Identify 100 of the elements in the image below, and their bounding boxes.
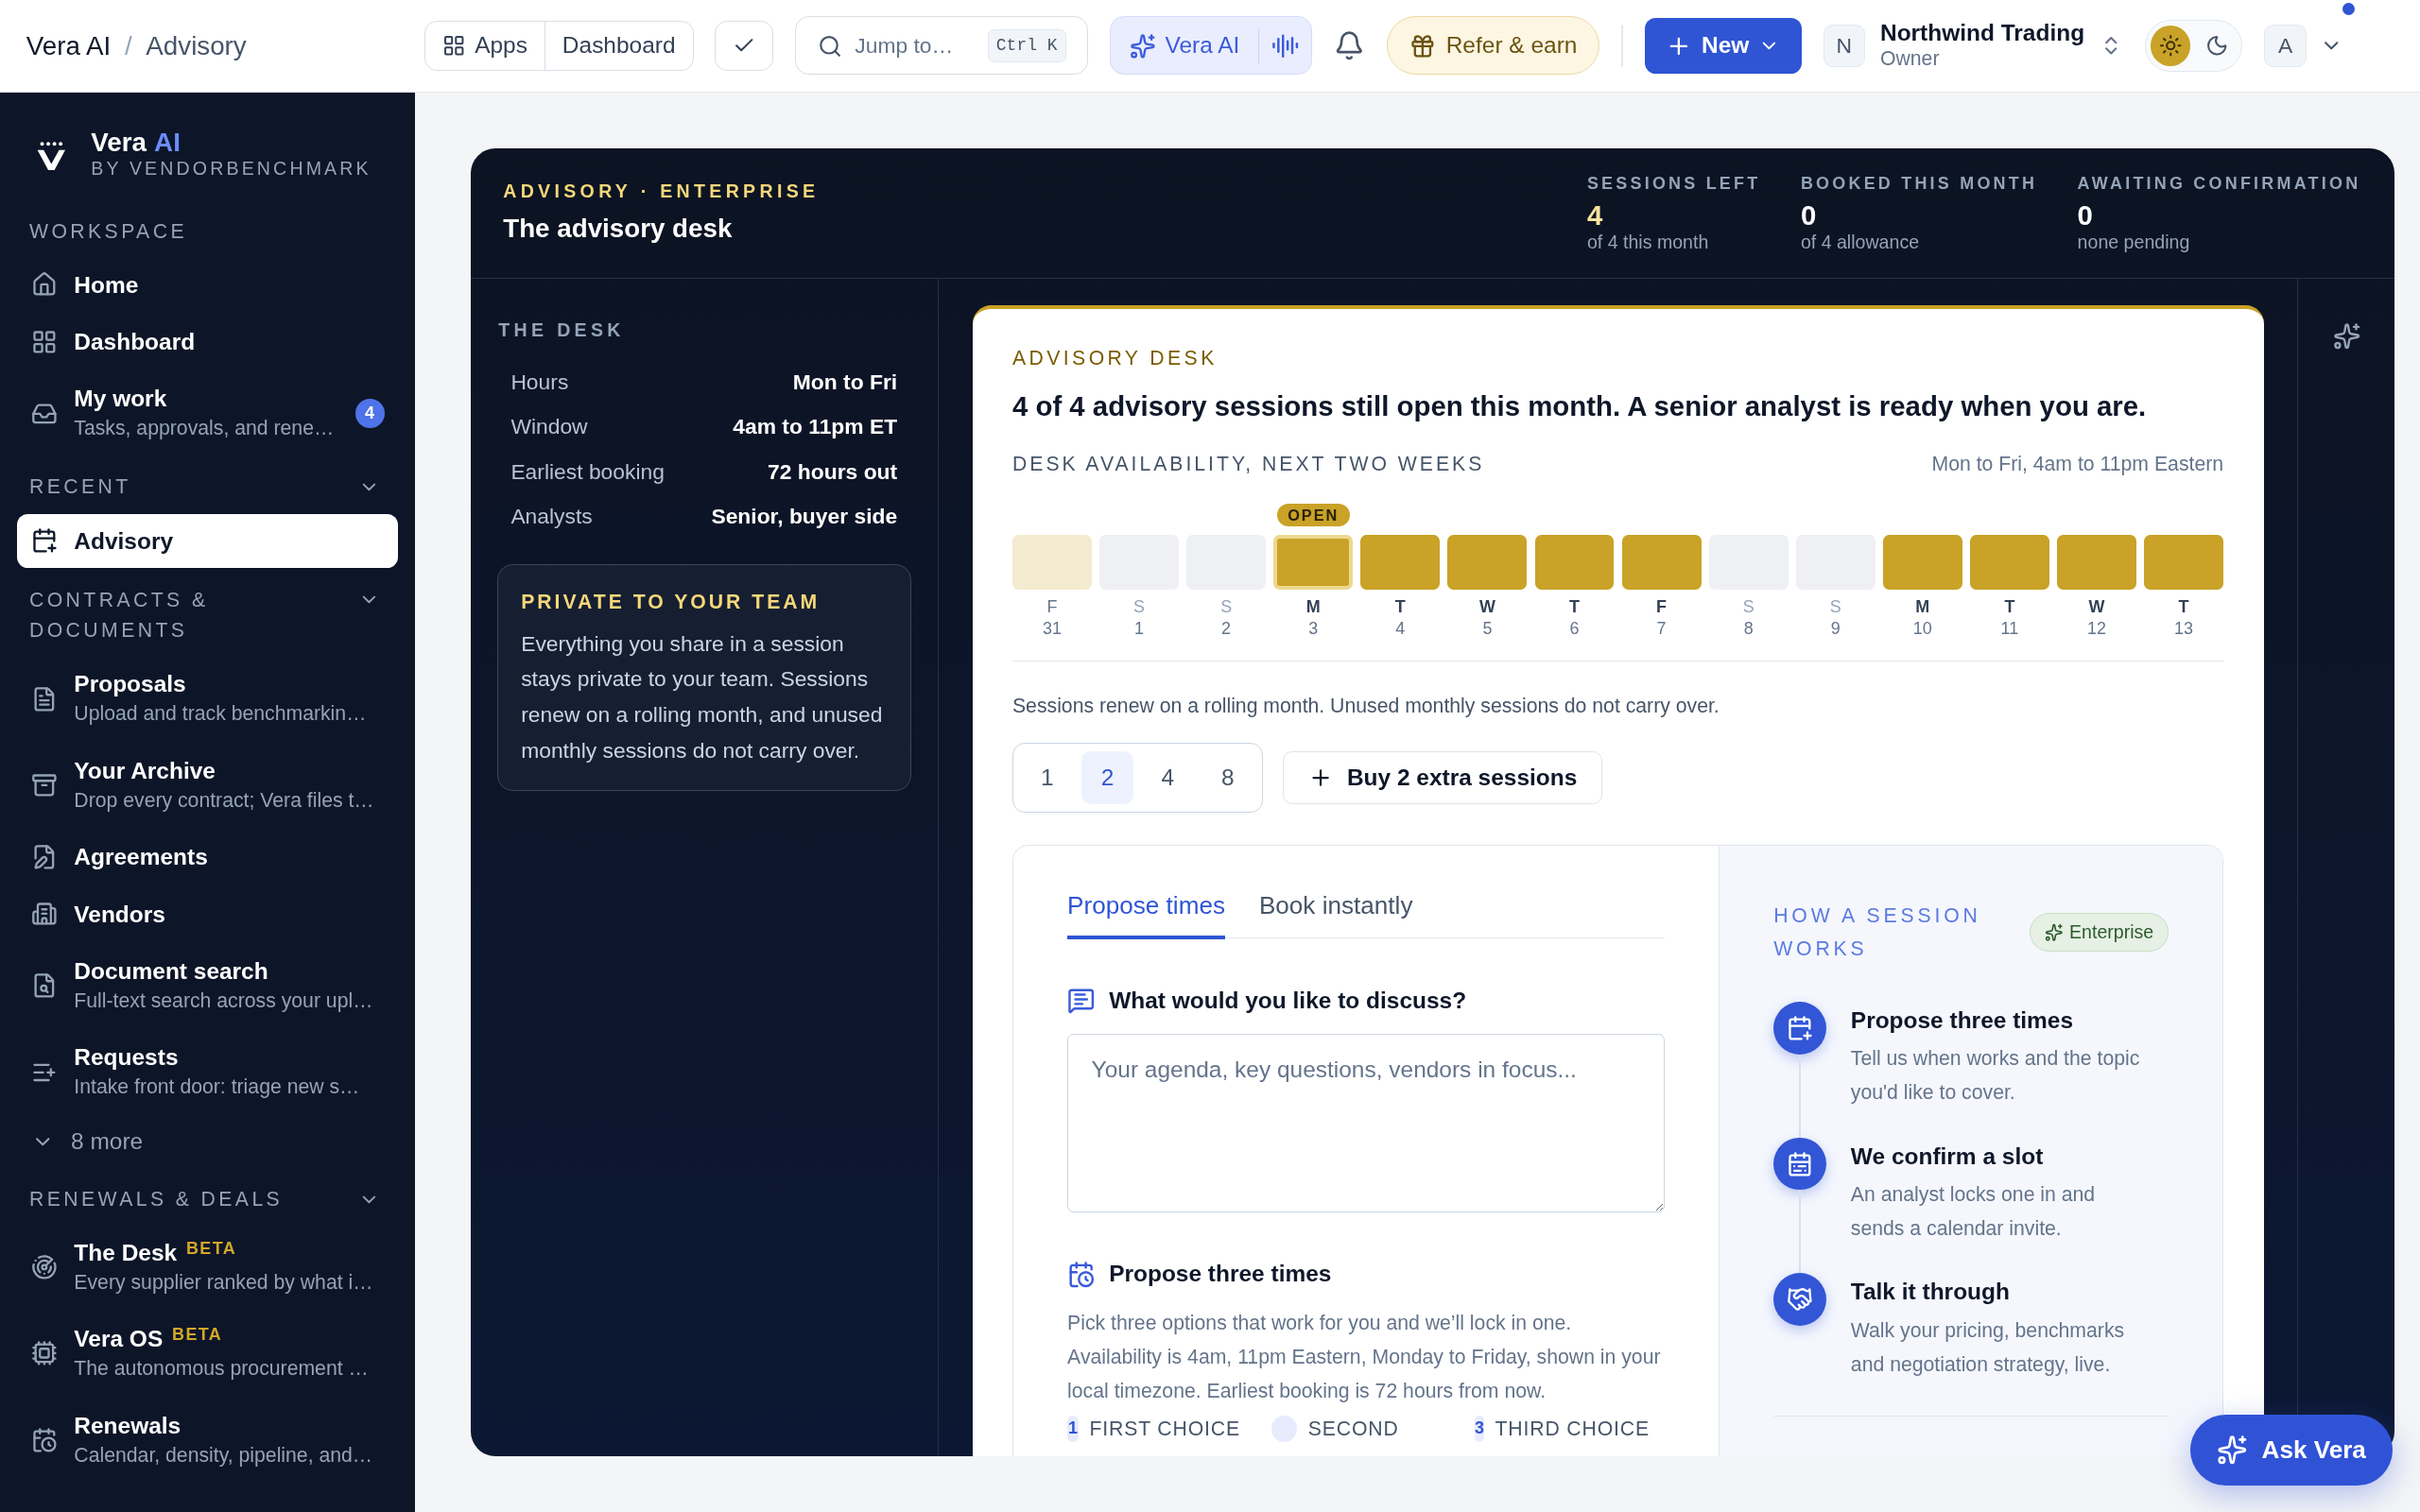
building-icon: [30, 901, 58, 927]
breadcrumb-separator: /: [124, 29, 132, 62]
section-heading: CONTRACTS & DOCUMENTS: [29, 587, 210, 644]
nav-item[interactable]: Vera OS BETA The autonomous procurement …: [16, 1310, 399, 1397]
organization-switcher[interactable]: N Northwind Trading Owner: [1823, 19, 2123, 73]
nav-label: Document search: [74, 956, 268, 986]
radar-icon: [30, 1253, 58, 1280]
stat-value: 4: [1586, 200, 1604, 229]
check-button[interactable]: [715, 21, 774, 71]
breadcrumb-app[interactable]: Vera AI: [26, 26, 112, 66]
brand-accent: AI: [154, 129, 181, 156]
sparkles-icon: [2217, 1435, 2248, 1466]
nav-item[interactable]: Requests Intake front door: triage new s…: [16, 1028, 399, 1116]
day-of-week: W: [2088, 595, 2105, 618]
light-mode-button[interactable]: [2150, 26, 2191, 66]
day-slot[interactable]: [1882, 534, 1962, 591]
choice-label: SECOND: [1307, 1417, 1399, 1441]
day-of-week: M: [1915, 595, 1930, 618]
dashboard-button[interactable]: Dashboard: [544, 22, 693, 70]
detail-value: 4am to 11pm ET: [733, 413, 898, 441]
refer-button[interactable]: Refer & earn: [1386, 16, 1600, 76]
nav-item[interactable]: Document search Full-text search across your upl…: [16, 942, 399, 1029]
day-date: 7: [1656, 617, 1667, 640]
card-eyebrow: ADVISORY DESK: [1011, 346, 1219, 371]
nav-item[interactable]: Dashboard: [16, 313, 399, 370]
message-icon: [1067, 987, 1096, 1015]
nav-item[interactable]: Proposals Upload and track benchmarkin…: [16, 655, 399, 743]
show-more-link[interactable]: 8 more: [16, 1115, 399, 1169]
day-date: 11: [2000, 617, 2019, 640]
dashboard-icon: [30, 328, 58, 355]
day-of-week: T: [1394, 595, 1406, 618]
question-label: What would you like to discuss?: [1109, 986, 1467, 1015]
detail-label: Analysts: [510, 502, 593, 530]
propose-text: Pick three options that work for you and we’ll lock in one. Availability is 4am, 11pm Eastern, Monday to Friday, shown in your local timezone. Earliest booking is 72 hours from now.: [1067, 1310, 1662, 1404]
nav-item[interactable]: Agreements: [16, 828, 399, 885]
detail-label: Earliest booking: [510, 457, 665, 486]
calendar-plus-icon: [30, 527, 58, 554]
nav-item[interactable]: My work Tasks, approvals, and rene… 4: [16, 369, 399, 457]
beta-tag: BETA: [185, 1237, 237, 1260]
section-heading: RENEWALS & DEALS: [29, 1186, 285, 1211]
day-slot[interactable]: [2144, 534, 2224, 591]
breadcrumb-page: Advisory: [146, 29, 247, 62]
day-slot[interactable]: [1360, 534, 1441, 591]
nav-item[interactable]: Your Archive Drop every contract; Vera files t…: [16, 742, 399, 829]
day-date: 1: [1134, 617, 1144, 640]
nav-item[interactable]: Home: [16, 255, 399, 314]
quantity-option[interactable]: 1: [1021, 751, 1074, 804]
privacy-title: PRIVATE TO YOUR TEAM: [521, 590, 821, 615]
search-input[interactable]: Jump to…: [855, 29, 976, 62]
step-text: An analyst locks one in and sends a calendar invite.: [1850, 1182, 2097, 1242]
day-slot[interactable]: [2057, 534, 2136, 591]
day-of-week: F: [1656, 595, 1668, 618]
day-date: 10: [1912, 617, 1932, 640]
sparkles-icon: [1129, 32, 1156, 60]
quantity-option[interactable]: 2: [1080, 751, 1134, 804]
search-field[interactable]: Jump to… Ctrl K: [795, 16, 1089, 76]
nav-label: Advisory: [74, 526, 174, 556]
calendar-icon: [1773, 1137, 1826, 1191]
nav-description: The autonomous procurement …: [74, 1356, 369, 1382]
nav-description: Intake front door: triage new s…: [74, 1074, 360, 1100]
quantity-option[interactable]: 8: [1201, 751, 1254, 804]
day-slot[interactable]: [1273, 534, 1354, 591]
new-button[interactable]: New: [1644, 18, 1802, 74]
day-slot[interactable]: [1447, 534, 1528, 591]
nav-description: Every supplier ranked by what i…: [74, 1269, 373, 1296]
agenda-field[interactable]: Your agenda, key questions, vendors in focus...: [1067, 1033, 1665, 1212]
day-of-week: T: [2178, 595, 2189, 618]
buy-sessions-button[interactable]: Buy 2 extra sessions: [1282, 751, 1603, 804]
nav-item[interactable]: Vendors: [16, 885, 399, 943]
nav-label: Vera OS: [74, 1325, 164, 1354]
moon-icon: [2204, 34, 2229, 58]
day-slot[interactable]: [1621, 534, 1702, 591]
day-of-week: T: [1569, 595, 1580, 618]
chip-icon: [30, 1340, 58, 1367]
day-date: 2: [1221, 617, 1232, 640]
quantity-option[interactable]: 4: [1141, 751, 1194, 804]
stat-value: 0: [1800, 200, 1818, 229]
day-of-week: S: [1133, 595, 1145, 618]
day-slot[interactable]: [1534, 534, 1615, 591]
tab[interactable]: Book instantly: [1258, 887, 1413, 939]
nav-item[interactable]: Renewals Calendar, density, pipeline, and…: [16, 1396, 399, 1484]
nav-label: Your Archive: [74, 756, 216, 785]
day-date: 3: [1308, 617, 1319, 640]
nav-item[interactable]: The Desk BETA Every supplier ranked by what i…: [16, 1224, 399, 1311]
nav-item[interactable]: Advisory: [16, 513, 399, 568]
ask-vera-button[interactable]: Ask Vera: [2190, 1415, 2393, 1486]
nav-label: Agreements: [74, 843, 208, 872]
day-slot[interactable]: [1969, 534, 2049, 591]
vera-ai-button[interactable]: Vera AI: [1110, 16, 1313, 76]
organization-name: Northwind Trading: [1880, 19, 2085, 46]
choice-number: [1270, 1416, 1298, 1442]
desk-eyebrow: ADVISORY · ENTERPRISE: [503, 180, 820, 204]
user-avatar[interactable]: A: [2263, 24, 2308, 68]
sparkles-icon[interactable]: [2332, 322, 2360, 351]
tab[interactable]: Propose times: [1067, 887, 1225, 939]
day-date: 31: [1042, 617, 1062, 640]
nav-label: The Desk: [74, 1238, 178, 1267]
nav-label: Requests: [74, 1043, 179, 1073]
notifications-icon[interactable]: [1334, 30, 1365, 61]
apps-button[interactable]: Apps: [424, 22, 545, 70]
